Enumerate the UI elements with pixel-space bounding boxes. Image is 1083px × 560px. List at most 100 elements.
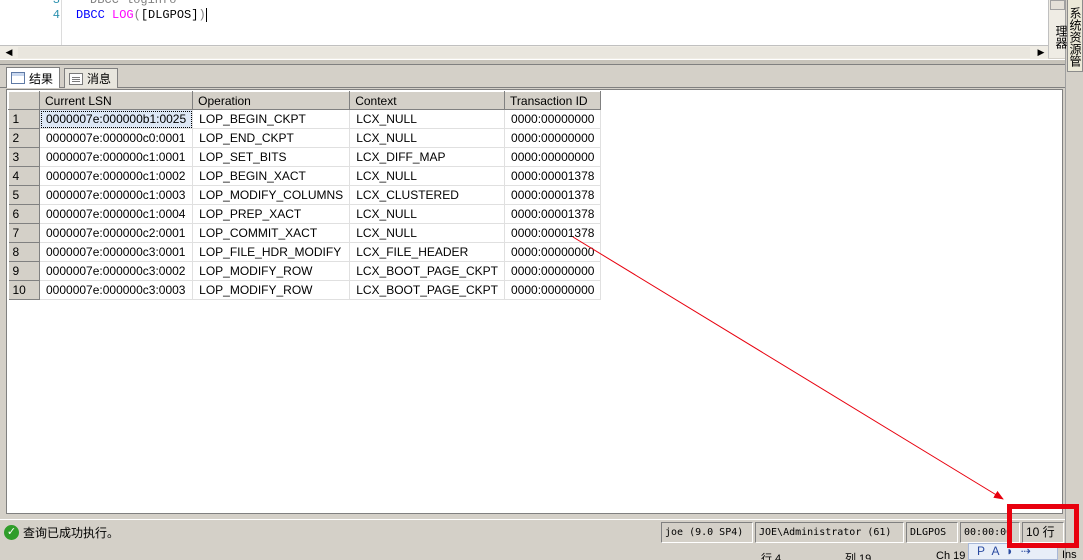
- success-check-icon: ✓: [4, 525, 19, 540]
- result-tabs: 结果 消息: [0, 66, 1065, 88]
- grid-cell[interactable]: 0000007e:000000b1:0025: [39, 109, 194, 129]
- table-row[interactable]: 4 0000007e:000000c1:0002 LOP_BEGIN_XACT LCX…: [8, 166, 602, 186]
- row-header[interactable]: 9: [8, 261, 40, 281]
- grid-cell[interactable]: 0000:00000000: [504, 128, 602, 148]
- column-header-context[interactable]: Context: [349, 91, 506, 110]
- status-server: joe (9.0 SP4): [661, 522, 753, 543]
- line-number: 4: [52, 8, 60, 22]
- grid-cell[interactable]: LOP_BEGIN_CKPT: [192, 109, 351, 129]
- row-header[interactable]: 4: [8, 166, 40, 186]
- grid-cell[interactable]: 0000007e:000000c2:0001: [39, 223, 194, 243]
- grid-cell[interactable]: LCX_NULL: [349, 166, 506, 186]
- table-row[interactable]: 9 0000007e:000000c3:0002 LOP_MODIFY_ROW LCX…: [8, 261, 602, 281]
- text-caret: [205, 7, 207, 22]
- query-window: 3 DBCC loginfo 4 DBCC LOG([DLGPOS]) ◀ ▶ 系统资…: [0, 0, 1083, 560]
- grid-cell[interactable]: LOP_MODIFY_ROW: [192, 280, 351, 300]
- row-header[interactable]: 8: [8, 242, 40, 262]
- grid-cell[interactable]: LCX_CLUSTERED: [349, 185, 506, 205]
- grid-cell[interactable]: 0000007e:000000c1:0003: [39, 185, 194, 205]
- table-row[interactable]: 1 0000007e:000000b1:0025 LOP_BEGIN_CKPT LCX…: [8, 109, 602, 129]
- editor-horizontal-scrollbar[interactable]: ◀ ▶: [0, 45, 1048, 59]
- grid-cell[interactable]: LCX_NULL: [349, 109, 506, 129]
- grid-cell[interactable]: 0000007e:000000c3:0003: [39, 280, 194, 300]
- grid-cell[interactable]: LOP_PREP_XACT: [192, 204, 351, 224]
- grid-cell[interactable]: 0000:00001378: [504, 185, 602, 205]
- grid-cell[interactable]: LCX_BOOT_PAGE_CKPT: [349, 261, 506, 281]
- row-header[interactable]: 1: [8, 109, 40, 129]
- scroll-thumb[interactable]: [1050, 0, 1065, 10]
- table-row[interactable]: 7 0000007e:000000c2:0001 LOP_COMMIT_XACT LC…: [8, 223, 602, 243]
- grid-cell[interactable]: LOP_COMMIT_XACT: [192, 223, 351, 243]
- insert-mode: Ins: [1062, 549, 1077, 560]
- code-text[interactable]: DBCC LOG([DLGPOS]): [76, 6, 207, 24]
- grid-cell[interactable]: LCX_BOOT_PAGE_CKPT: [349, 280, 506, 300]
- grid-cell[interactable]: 0000007e:000000c1:0004: [39, 204, 194, 224]
- highlight-box: [1007, 504, 1079, 548]
- results-grid[interactable]: Current LSN Operation Context Transactio…: [8, 91, 602, 300]
- table-row[interactable]: 3 0000007e:000000c1:0001 LOP_SET_BITS LCX_D…: [8, 147, 602, 167]
- cursor-line: 行 4: [761, 553, 782, 560]
- table-row[interactable]: 2 0000007e:000000c0:0001 LOP_END_CKPT LCX_N…: [8, 128, 602, 148]
- pane-splitter[interactable]: [0, 59, 1065, 65]
- grid-cell[interactable]: LCX_NULL: [349, 204, 506, 224]
- grid-cell[interactable]: 0000007e:000000c0:0001: [39, 128, 194, 148]
- grid-cell[interactable]: LCX_FILE_HEADER: [349, 242, 506, 262]
- grid-cell[interactable]: 0000:00000000: [504, 280, 602, 300]
- grid-cell[interactable]: LOP_END_CKPT: [192, 128, 351, 148]
- table-row[interactable]: 6 0000007e:000000c1:0004 LOP_PREP_XACT LCX_…: [8, 204, 602, 224]
- grid-cell[interactable]: LOP_MODIFY_ROW: [192, 261, 351, 281]
- grid-cell[interactable]: LOP_FILE_HDR_MODIFY: [192, 242, 351, 262]
- grid-cell[interactable]: 0000007e:000000c3:0001: [39, 242, 194, 262]
- grid-cell[interactable]: 0000007e:000000c1:0002: [39, 166, 194, 186]
- code-line[interactable]: 4 DBCC LOG([DLGPOS]): [0, 6, 1048, 24]
- tab-results[interactable]: 结果: [6, 67, 61, 88]
- right-dock-bar: 系统资源管理器: [1054, 0, 1083, 560]
- grid-cell[interactable]: 0000007e:000000c1:0001: [39, 147, 194, 167]
- table-row[interactable]: 10 0000007e:000000c3:0003 LOP_MODIFY_ROW LC…: [8, 280, 602, 300]
- row-header[interactable]: 3: [8, 147, 40, 167]
- grid-cell[interactable]: 0000:00001378: [504, 204, 602, 224]
- grid-cell[interactable]: LOP_MODIFY_COLUMNS: [192, 185, 351, 205]
- scroll-thumb-horizontal[interactable]: [18, 47, 1030, 58]
- status-database: DLGPOS: [906, 522, 958, 543]
- tab-messages[interactable]: 消息: [64, 68, 119, 88]
- grid-cell[interactable]: LCX_NULL: [349, 128, 506, 148]
- grid-cell[interactable]: LCX_NULL: [349, 223, 506, 243]
- grid-cell[interactable]: 0000:00000000: [504, 261, 602, 281]
- grid-cell[interactable]: 0000:00001378: [504, 223, 602, 243]
- scroll-right-icon[interactable]: ▶: [1034, 46, 1048, 59]
- scroll-left-icon[interactable]: ◀: [2, 46, 16, 59]
- grid-cell[interactable]: 0000:00001378: [504, 166, 602, 186]
- row-header[interactable]: 10: [8, 280, 40, 300]
- grid-cell[interactable]: LOP_SET_BITS: [192, 147, 351, 167]
- table-row[interactable]: 8 0000007e:000000c3:0001 LOP_FILE_HDR_MODI…: [8, 242, 602, 262]
- column-header-transaction-id[interactable]: Transaction ID: [504, 91, 602, 110]
- column-header-operation[interactable]: Operation: [192, 91, 351, 110]
- grid-cell[interactable]: 0000007e:000000c3:0002: [39, 261, 194, 281]
- tab-results-label: 结果: [29, 71, 54, 86]
- grid-cell[interactable]: 0000:00000000: [504, 147, 602, 167]
- message-icon: [69, 72, 83, 85]
- grid-cell[interactable]: LOP_BEGIN_XACT: [192, 166, 351, 186]
- grid-icon: [11, 72, 25, 84]
- grid-cell[interactable]: 0000:00000000: [504, 242, 602, 262]
- results-grid-pane[interactable]: Current LSN Operation Context Transactio…: [6, 89, 1063, 514]
- tab-messages-label: 消息: [87, 72, 112, 86]
- status-user: JOE\Administrator (61): [755, 522, 904, 543]
- table-row[interactable]: 5 0000007e:000000c1:0003 LOP_MODIFY_COLUMN…: [8, 185, 602, 205]
- corner-header[interactable]: [8, 91, 40, 110]
- editor-position-bar: 行 4 列 19 Ch 19: [0, 544, 1065, 560]
- status-message: ✓ 查询已成功执行。: [4, 523, 119, 542]
- grid-cell[interactable]: 0000:00000000: [504, 109, 602, 129]
- object-explorer-tab[interactable]: 系统资源管理器: [1054, 0, 1083, 72]
- row-header[interactable]: 6: [8, 204, 40, 224]
- cursor-char: Ch 19: [936, 550, 966, 560]
- column-header-current-lsn[interactable]: Current LSN: [38, 91, 194, 110]
- row-header[interactable]: 2: [8, 128, 40, 148]
- row-header[interactable]: 5: [8, 185, 40, 205]
- sql-editor[interactable]: 3 DBCC loginfo 4 DBCC LOG([DLGPOS]): [0, 0, 1048, 45]
- grid-cell[interactable]: LCX_DIFF_MAP: [349, 147, 506, 167]
- status-bar: ✓ 查询已成功执行。 joe (9.0 SP4) JOE\Administrat…: [0, 519, 1065, 544]
- row-header[interactable]: 7: [8, 223, 40, 243]
- cursor-column: 列 19: [845, 553, 872, 560]
